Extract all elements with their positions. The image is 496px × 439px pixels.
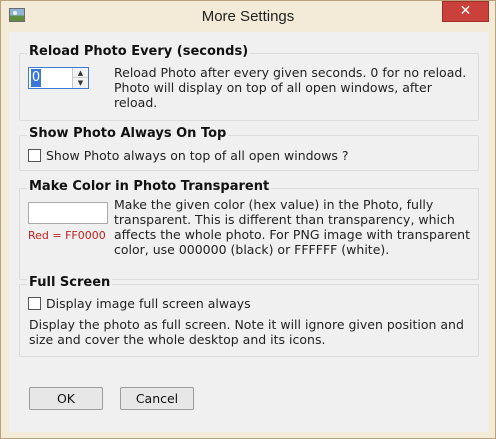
reload-seconds-value[interactable]: 0 [31, 69, 41, 87]
window-title: More Settings [201, 8, 295, 25]
color-example-hint: Red = FF0000 [28, 229, 106, 242]
spin-down-arrow-icon[interactable]: ▼ [73, 78, 88, 88]
settings-panel: Reload Photo Every (seconds) 0 ▲ ▼ Reloa… [9, 32, 488, 432]
reload-group: Reload Photo Every (seconds) 0 ▲ ▼ Reloa… [19, 44, 479, 121]
transparent-color-input[interactable] [28, 202, 108, 224]
full-screen-group: Full Screen Display image full screen al… [19, 275, 479, 357]
always-on-top-label[interactable]: Show Photo always on top of all open win… [46, 148, 349, 163]
full-screen-group-title: Full Screen [27, 275, 113, 290]
spinner-buttons: ▲ ▼ [72, 68, 88, 88]
full-screen-checkbox[interactable] [28, 297, 41, 310]
reload-description: Reload Photo after every given seconds. … [114, 65, 467, 110]
reload-group-title: Reload Photo Every (seconds) [27, 44, 251, 59]
ok-button[interactable]: OK [29, 387, 103, 410]
more-settings-window: More Settings ✕ Reload Photo Every (seco… [0, 0, 496, 439]
always-on-top-group-title: Show Photo Always On Top [27, 126, 229, 141]
always-on-top-checkbox[interactable] [28, 149, 41, 162]
cancel-button[interactable]: Cancel [120, 387, 194, 410]
title-bar[interactable]: More Settings ✕ [1, 1, 495, 32]
always-on-top-group: Show Photo Always On Top Show Photo alwa… [19, 126, 479, 171]
transparent-color-group-title: Make Color in Photo Transparent [27, 179, 272, 194]
transparent-color-description: Make the given color (hex value) in the … [114, 197, 470, 257]
reload-seconds-spinner[interactable]: 0 ▲ ▼ [28, 67, 89, 89]
spin-up-arrow-icon[interactable]: ▲ [73, 68, 88, 78]
full-screen-label[interactable]: Display image full screen always [46, 296, 251, 311]
close-button[interactable]: ✕ [442, 1, 489, 22]
full-screen-description: Display the photo as full screen. Note i… [29, 317, 464, 347]
